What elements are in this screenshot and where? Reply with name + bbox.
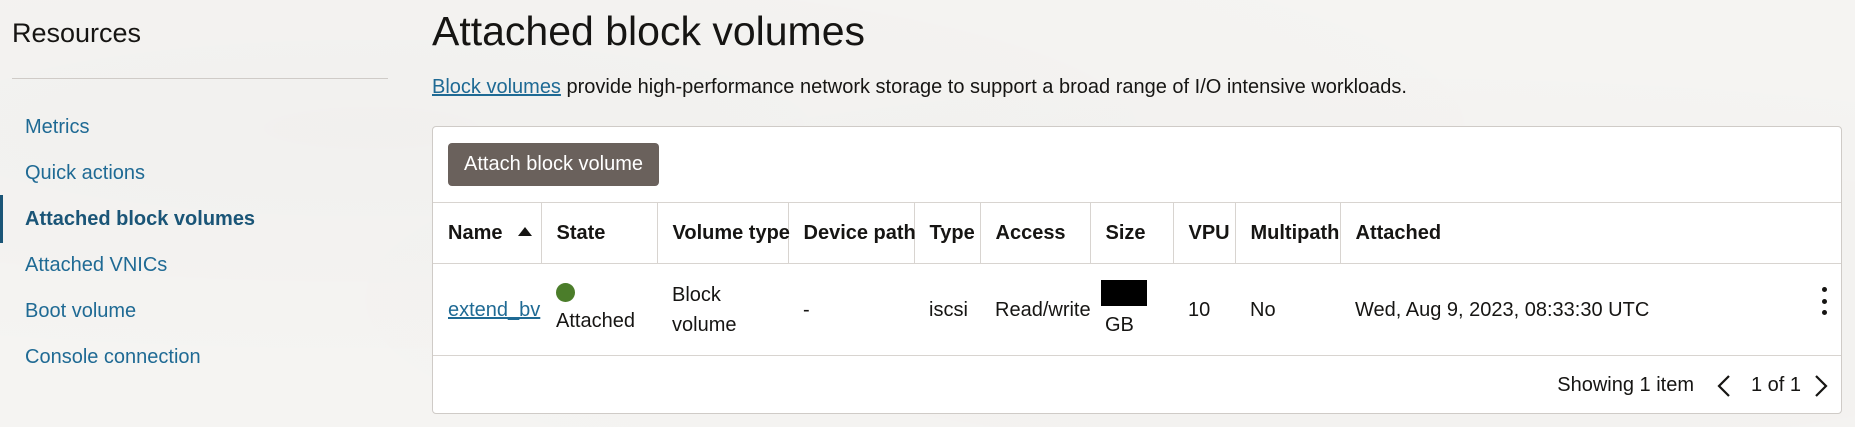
sidebar-item-console-connection[interactable]: Console connection bbox=[0, 333, 390, 381]
block-volumes-link[interactable]: Block volumes bbox=[432, 76, 561, 98]
cell-type: iscsi bbox=[929, 298, 968, 321]
state-label: Attached bbox=[556, 310, 635, 332]
sidebar-item-metrics[interactable]: Metrics bbox=[0, 103, 390, 151]
description-text: provide high-performance network storage… bbox=[560, 76, 1407, 98]
cell-multipath: No bbox=[1250, 298, 1276, 321]
column-header-volume-type: Volume type bbox=[657, 202, 790, 264]
column-header-attached: Attached bbox=[1355, 221, 1442, 244]
cell-state: Attached bbox=[541, 264, 657, 356]
cell-vpu: 10 bbox=[1188, 298, 1211, 321]
column-header-type: Type bbox=[914, 202, 981, 264]
chevron-right-icon[interactable] bbox=[1811, 373, 1831, 399]
column-header-multipath: Multipath bbox=[1235, 202, 1341, 264]
sidebar-title: Resources bbox=[12, 18, 142, 48]
table-footer: Showing 1 item 1 of 1 bbox=[433, 357, 1841, 413]
sidebar-item-label: Attached block volumes bbox=[25, 207, 256, 230]
column-header-size: Size bbox=[1090, 202, 1174, 264]
showing-count: Showing 1 item bbox=[1557, 374, 1694, 396]
size-unit: GB bbox=[1105, 313, 1134, 336]
status-attached-icon bbox=[556, 283, 575, 302]
sidebar-item-attached-vnics[interactable]: Attached VNICs bbox=[0, 241, 390, 289]
attach-block-volume-button[interactable]: Attach block volume bbox=[448, 143, 659, 186]
cell-volume-type: Block volume bbox=[672, 283, 737, 336]
column-header-vpu: VPU bbox=[1173, 202, 1236, 264]
column-header-device-path: Device path bbox=[788, 202, 916, 264]
sidebar-item-label: Console connection bbox=[25, 345, 201, 368]
row-actions-menu-icon[interactable] bbox=[1817, 287, 1831, 315]
cell-device-path: - bbox=[803, 298, 810, 321]
table-header-row: Name State Volume type Device path Type … bbox=[433, 202, 1841, 264]
sidebar-item-label: Attached VNICs bbox=[25, 253, 168, 276]
attached-volumes-table: Name State Volume type Device path Type … bbox=[433, 202, 1841, 356]
column-header-state: State bbox=[541, 202, 658, 264]
sidebar-item-label: Metrics bbox=[25, 115, 90, 138]
cell-name: extend_bv bbox=[433, 264, 541, 356]
column-header-name[interactable]: Name bbox=[433, 202, 542, 264]
block-volumes-panel: Attach block volume Name State Volume ty… bbox=[432, 126, 1842, 414]
redacted-size-value bbox=[1101, 279, 1147, 306]
sidebar-item-boot-volume[interactable]: Boot volume bbox=[0, 287, 390, 335]
cell-access: Read/write bbox=[995, 298, 1091, 321]
chevron-left-icon[interactable] bbox=[1714, 373, 1734, 399]
sidebar-item-label: Boot volume bbox=[25, 299, 137, 322]
resources-sidebar: Resources Metrics Quick actions Attached… bbox=[0, 0, 390, 427]
column-header-access: Access bbox=[980, 202, 1091, 264]
table-toolbar: Attach block volume bbox=[433, 127, 1841, 203]
cell-attached: Wed, Aug 9, 2023, 08:33:30 UTC bbox=[1355, 298, 1650, 321]
volume-name-link[interactable]: extend_bv bbox=[448, 299, 540, 321]
sidebar-item-attached-block-volumes[interactable]: Attached block volumes bbox=[0, 195, 390, 243]
table-row: extend_bv Attached Block volume - iscsi … bbox=[433, 264, 1841, 356]
sidebar-divider bbox=[12, 78, 388, 79]
sidebar-item-quick-actions[interactable]: Quick actions bbox=[0, 149, 390, 197]
sidebar-item-label: Quick actions bbox=[25, 161, 146, 184]
page-title: Attached block volumes bbox=[432, 8, 866, 54]
sort-ascending-icon bbox=[518, 226, 533, 236]
cell-size: GB bbox=[1090, 264, 1173, 356]
pagination-text: 1 of 1 bbox=[1750, 374, 1801, 396]
page-description: Block volumes provide high-performance n… bbox=[432, 76, 1407, 99]
